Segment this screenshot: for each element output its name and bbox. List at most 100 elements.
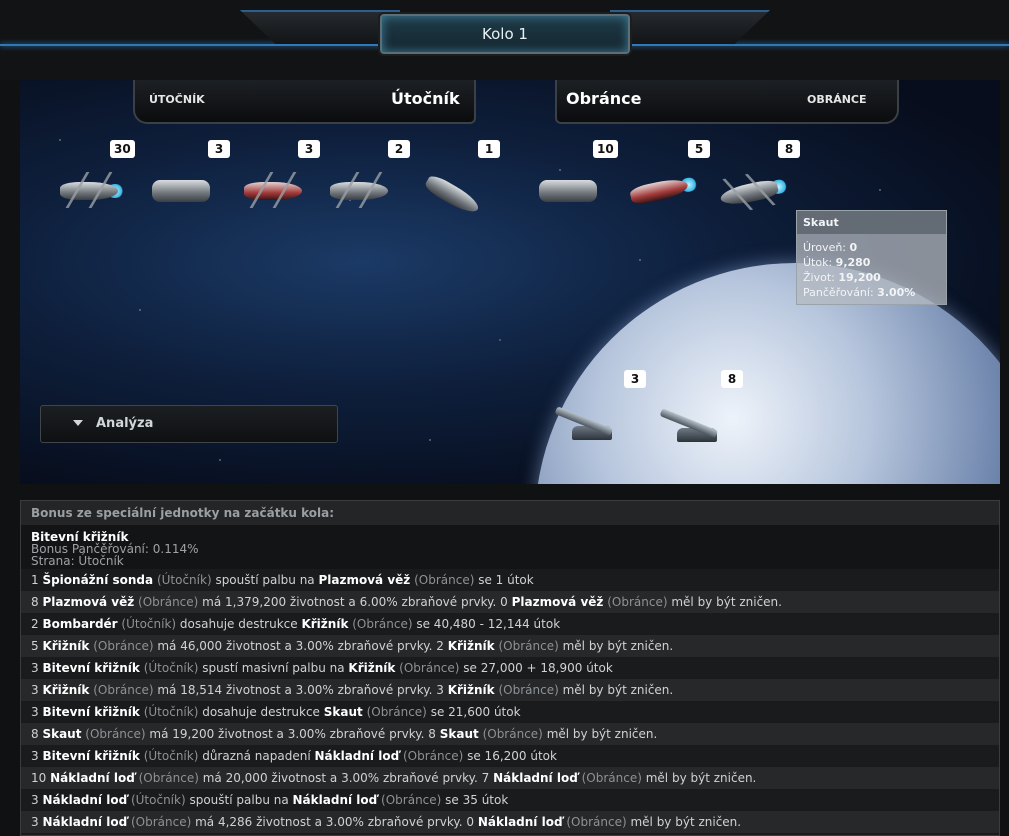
row-count: 3	[31, 749, 43, 763]
fighter-ship-icon	[50, 168, 128, 212]
tooltip-armor-value: 3.00%	[877, 286, 916, 299]
attacker-unit[interactable]: 30	[50, 138, 140, 218]
row-action: spouští palbu na	[189, 793, 293, 807]
unit-count-badge: 5	[688, 140, 710, 158]
attacker-label-small: ÚTOČNÍK	[149, 93, 205, 106]
right-glow-line	[610, 44, 1009, 46]
row-result: měl by být zničen.	[562, 639, 674, 653]
log-row: 3 Křižník (Obránce) má 18,514 životnost …	[21, 679, 999, 701]
row-target-side: (Obránce)	[577, 771, 646, 785]
row-side: (Útočník)	[139, 661, 203, 675]
row-target-side: (Obránce)	[494, 639, 563, 653]
row-target: Plazmová věž	[318, 573, 411, 587]
tooltip-attack-row: Útok: 9,280	[797, 255, 946, 270]
row-target-side: (Obránce)	[399, 749, 468, 763]
row-action: dosahuje destrukce	[202, 705, 324, 719]
row-target-side: (Obránce)	[395, 661, 464, 675]
top-bar: Kolo 1	[0, 0, 1009, 80]
row-action: dosahuje destrukce	[179, 617, 302, 631]
row-action: důrazná napadení	[202, 749, 315, 763]
row-result: se 21,600 útok	[430, 705, 521, 719]
row-result: měl by být zničen.	[645, 771, 757, 785]
attacker-unit[interactable]: 3	[140, 138, 230, 218]
row-action: má 46,000 životnost a 3.00% zbraňové prv…	[157, 639, 448, 653]
tooltip-life-label: Život:	[803, 271, 835, 284]
row-target-side: (Obránce)	[362, 705, 431, 719]
row-side: (Útočník)	[139, 705, 203, 719]
tooltip-life-row: Život: 19,200	[797, 270, 946, 285]
attacker-unit[interactable]: 2	[320, 138, 410, 218]
defense-unit[interactable]: 3	[550, 370, 646, 450]
round-title: Kolo 1	[380, 14, 630, 54]
row-unit: Skaut	[42, 727, 82, 741]
tooltip-level-row: Úroveň: 0	[797, 240, 946, 255]
row-unit: Bitevní křižník	[42, 661, 140, 675]
row-unit: Špionážní sonda	[42, 573, 154, 587]
row-target: Křižník	[348, 661, 396, 675]
row-unit: Nákladní loď	[50, 771, 135, 785]
chevron-down-icon	[73, 420, 83, 426]
attacker-tab[interactable]: ÚTOČNÍK Útočník	[133, 80, 476, 124]
log-row: 1 Špionážní sonda (Útočník) spouští palb…	[21, 569, 999, 591]
row-target: Skaut	[323, 705, 363, 719]
defender-label-small: OBRÁNCE	[807, 93, 867, 106]
scout-ship-icon	[706, 162, 791, 221]
log-header: Bonus ze speciální jednotky na začátku k…	[21, 501, 999, 525]
defense-unit[interactable]: 8	[653, 370, 743, 450]
row-result: měl by být zničen.	[562, 683, 674, 697]
unit-count-badge: 8	[778, 140, 800, 158]
row-action: spouští palbu na	[215, 573, 319, 587]
log-row: 3 Bitevní křižník (Útočník) důrazná napa…	[21, 745, 999, 767]
attacker-unit[interactable]: 1	[410, 138, 500, 222]
log-row: 2 Bombardér (Útočník) dosahuje destrukce…	[21, 613, 999, 635]
analysis-toggle[interactable]: Analýza	[40, 405, 338, 443]
row-action: má 19,200 životnost a 3.00% zbraňové prv…	[149, 727, 440, 741]
row-action: má 18,514 životnost a 3.00% zbraňové prv…	[157, 683, 448, 697]
log-row: 5 Křižník (Obránce) má 46,000 životnost …	[21, 635, 999, 657]
row-target-side: (Obránce)	[603, 595, 672, 609]
row-count: 8	[31, 727, 43, 741]
unit-count-badge: 2	[388, 140, 410, 158]
row-count: 8	[31, 595, 43, 609]
row-unit: Plazmová věž	[42, 595, 135, 609]
row-side: (Útočník)	[153, 573, 216, 587]
defender-unit[interactable]: 5	[620, 138, 710, 218]
row-count: 1	[31, 573, 43, 587]
row-target-side: (Obránce)	[348, 617, 417, 631]
cargo-ship-icon	[529, 168, 607, 212]
row-count: 2	[31, 617, 43, 631]
battle-log: Bonus ze speciální jednotky na začátku k…	[20, 500, 1000, 836]
row-side: (Obránce)	[134, 771, 203, 785]
attacker-unit[interactable]: 3	[230, 138, 325, 218]
defender-label: Obránce	[566, 89, 642, 108]
left-frame-wing	[240, 10, 400, 44]
tooltip-level-value: 0	[849, 241, 858, 254]
row-target-side: (Obránce)	[494, 683, 563, 697]
row-target-side: (Obránce)	[410, 573, 479, 587]
bonus-block: Bitevní křižník Bonus Pančěřování: 0.114…	[21, 525, 999, 569]
row-result: měl by být zničen.	[630, 815, 742, 829]
defender-unit[interactable]: 8	[710, 138, 800, 218]
cruiser-icon	[616, 160, 701, 219]
unit-count-badge: 10	[593, 140, 618, 158]
battle-scene: ÚTOČNÍK Útočník Obránce OBRÁNCE 30 3 3 2…	[20, 80, 1000, 484]
tooltip-armor-label: Pančěřování:	[803, 286, 874, 299]
tooltip-title: Skaut	[797, 211, 946, 234]
row-count: 3	[31, 683, 43, 697]
bonus-side-line: Strana: Útočník	[31, 554, 124, 568]
spy-probe-icon	[408, 155, 498, 232]
log-row: 3 Bitevní křižník (Útočník) dosahuje des…	[21, 701, 999, 723]
row-count: 3	[31, 661, 43, 675]
unit-count-badge: 3	[298, 140, 320, 158]
row-target: Nákladní loď	[477, 815, 563, 829]
log-row: 3 Nákladní loď (Obránce) má 4,286 životn…	[21, 811, 999, 833]
row-unit: Bitevní křižník	[42, 705, 140, 719]
unit-count-badge: 8	[721, 370, 743, 388]
row-target: Plazmová věž	[511, 595, 604, 609]
defender-tab[interactable]: Obránce OBRÁNCE	[555, 80, 899, 124]
row-unit: Křižník	[42, 639, 90, 653]
row-target-side: (Obránce)	[562, 815, 631, 829]
row-action: má 1,379,200 životnost a 6.00% zbraňové …	[202, 595, 512, 609]
defender-unit[interactable]: 10	[525, 138, 618, 218]
row-unit: Nákladní loď	[42, 815, 128, 829]
